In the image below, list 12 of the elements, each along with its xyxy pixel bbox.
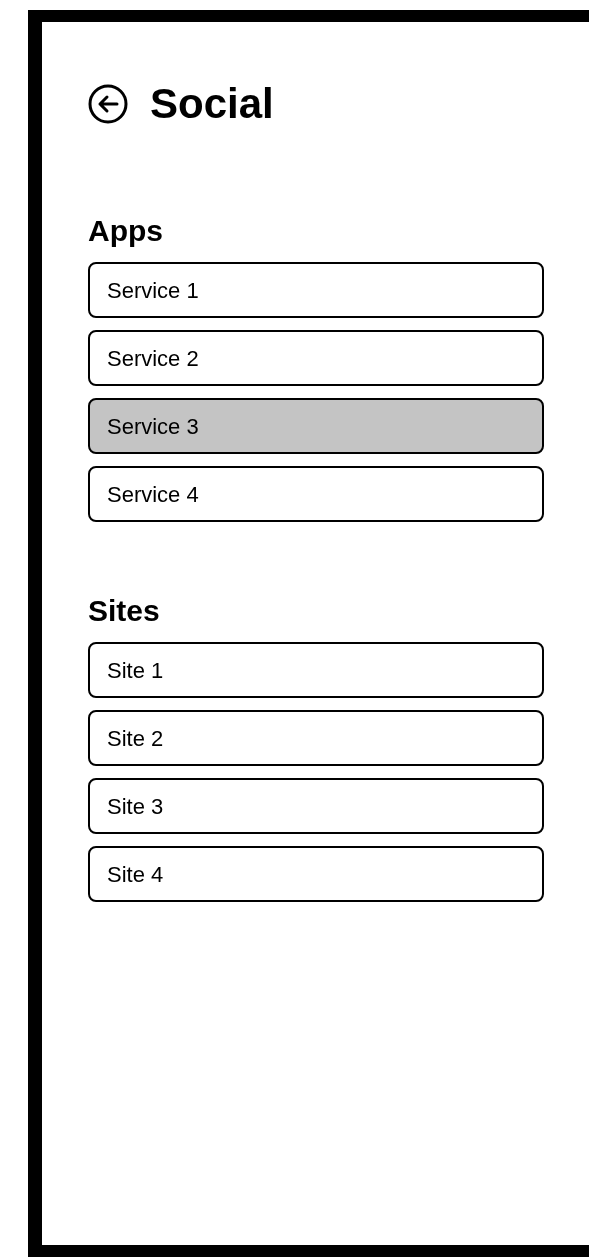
section-heading: Apps xyxy=(88,216,164,246)
list-item[interactable]: Site 3 xyxy=(88,778,544,834)
list-item[interactable]: Service 4 xyxy=(88,466,544,522)
list-item[interactable]: Service 3 xyxy=(88,398,544,454)
list-item[interactable]: Site 1 xyxy=(88,642,544,698)
section-heading: Sites xyxy=(88,596,161,626)
list-item[interactable]: Site 4 xyxy=(88,846,544,902)
page-title: Social xyxy=(150,83,274,125)
list-item[interactable]: Service 2 xyxy=(88,330,544,386)
back-icon[interactable] xyxy=(88,84,128,124)
list-item[interactable]: Service 1 xyxy=(88,262,544,318)
list-item[interactable]: Site 2 xyxy=(88,710,544,766)
